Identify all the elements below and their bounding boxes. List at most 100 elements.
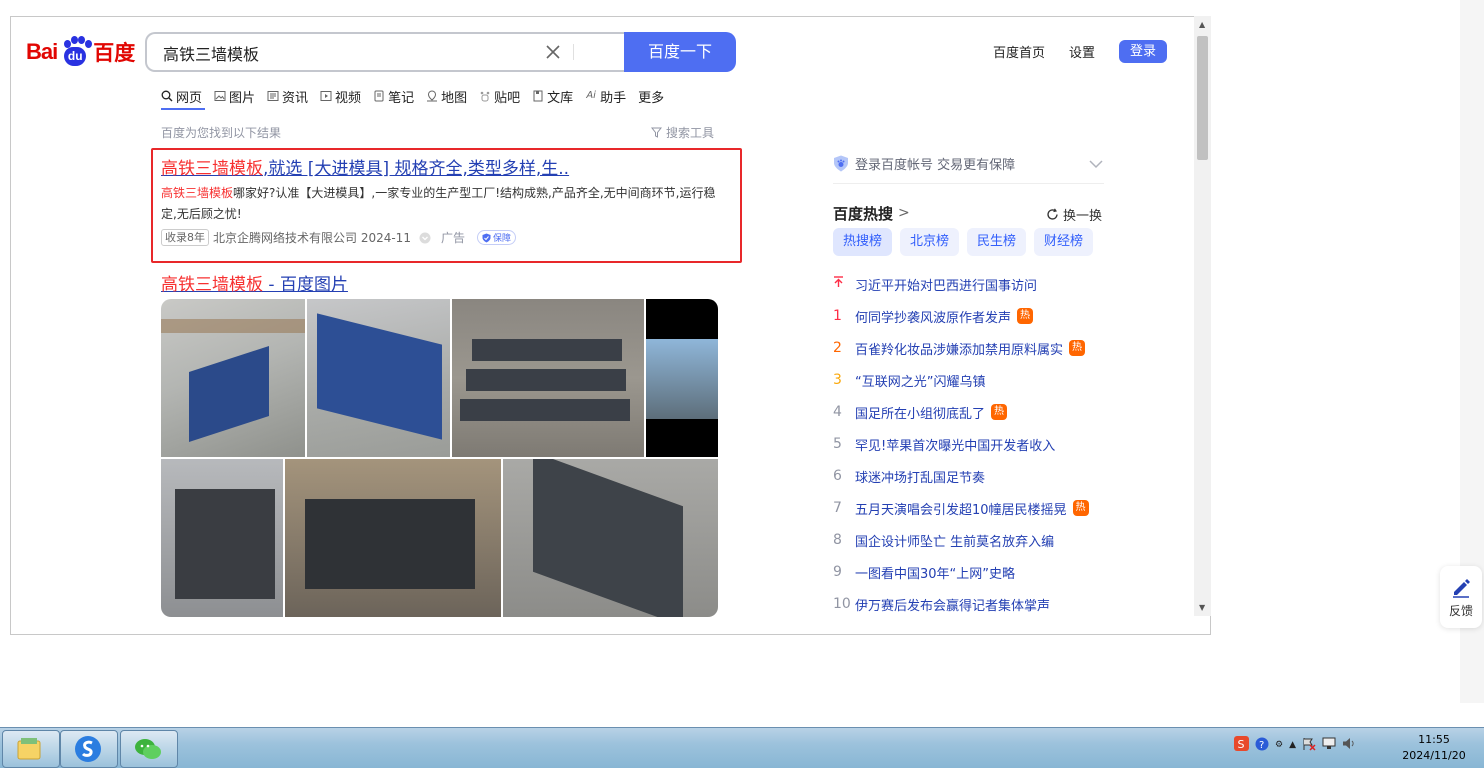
volume-icon[interactable] (1342, 737, 1356, 753)
login-button[interactable]: 登录 (1119, 40, 1167, 63)
sogou-ime-icon[interactable]: S (1234, 736, 1249, 754)
ime-settings-icon[interactable]: ⚙ (1275, 740, 1283, 750)
tab-wenku[interactable]: 文库 (532, 84, 573, 108)
login-tip[interactable]: 登录百度帐号 交易更有保障 (833, 154, 1015, 173)
hot-tab-finance[interactable]: 财经榜 (1034, 228, 1094, 256)
hot-tab-beijing[interactable]: 北京榜 (900, 228, 960, 256)
search-tools-button[interactable]: 搜索工具 (650, 124, 715, 141)
chevron-circle-icon[interactable] (419, 232, 431, 244)
taskbar-app-wechat[interactable] (120, 730, 178, 768)
gallery-image[interactable] (161, 299, 305, 457)
gallery-image[interactable] (503, 459, 718, 617)
taskbar-app-sogou[interactable] (60, 730, 118, 768)
search-button[interactable]: 百度一下 (624, 32, 736, 72)
start-button[interactable] (2, 730, 60, 768)
hot-item-text: 五月天演唱会引发超10幢居民楼摇晃 (855, 502, 1067, 518)
clear-icon[interactable] (543, 42, 563, 62)
clock-date: 2024/11/20 (1402, 749, 1466, 762)
ad-desc-rest: 哪家好?认准【大进模具】,一家专业的生产型工厂!结构成熟,产品齐全,无中间商环节… (161, 186, 716, 221)
hot-rank: 10 (833, 596, 851, 612)
chevron-right-icon[interactable]: > (898, 205, 910, 221)
chevron-down-icon[interactable] (1088, 156, 1104, 172)
tab-web[interactable]: 网页 (161, 84, 202, 108)
tab-more[interactable]: 更多 (638, 84, 664, 108)
hot-search-title[interactable]: 百度热搜 (833, 203, 893, 224)
link-settings[interactable]: 设置 (1069, 42, 1095, 61)
action-center-flag-icon[interactable] (1302, 737, 1316, 754)
search-box (145, 32, 625, 72)
tab-label: 视频 (335, 90, 362, 106)
hot-item[interactable]: 8 国企设计师坠亡 生前莫名放弃入编 (833, 524, 1113, 556)
scroll-down-arrow-icon[interactable]: ▼ (1199, 603, 1205, 612)
tab-label: 文库 (547, 90, 574, 106)
gallery-image[interactable] (452, 299, 644, 457)
filter-icon (650, 127, 663, 138)
video-icon (320, 91, 332, 101)
refresh-button[interactable]: 换一换 (1046, 205, 1102, 224)
link-baidu-home[interactable]: 百度首页 (993, 42, 1045, 61)
note-icon (374, 90, 384, 102)
vertical-scrollbar[interactable]: ▲ ▼ (1194, 16, 1211, 616)
hot-rank: 2 (833, 340, 842, 356)
tab-map[interactable]: 地图 (426, 84, 467, 108)
hot-item-pinned[interactable]: 习近平开始对巴西进行国事访问 (833, 268, 1113, 300)
tab-tieba[interactable]: 贴吧 (479, 84, 520, 108)
search-tools-label: 搜索工具 (666, 126, 715, 140)
show-hidden-icons-icon[interactable]: ▲ (1289, 740, 1296, 750)
tab-video[interactable]: 视频 (320, 84, 361, 108)
tab-label: 网页 (176, 90, 203, 106)
ad-meta-row: 收录8年 北京企腾网络技术有限公司 2024-11 广告 保障 (161, 229, 516, 246)
hot-item[interactable]: 10 伊万赛后发布会赢得记者集体掌声 (833, 588, 1113, 620)
image-result-title[interactable]: 高铁三墙模板 - 百度图片 (161, 270, 348, 295)
hot-rank: 1 (833, 308, 842, 324)
gallery-image[interactable] (646, 299, 718, 457)
search-input[interactable] (161, 34, 545, 72)
hot-item[interactable]: 2 百雀羚化妆品涉嫌添加禁用原料属实热 (833, 332, 1113, 364)
shield-paw-icon (834, 155, 848, 172)
feedback-button[interactable]: 反馈 (1440, 566, 1482, 628)
hot-item[interactable]: 6 球迷冲场打乱国足节奏 (833, 460, 1113, 492)
hot-tab-hotsearch[interactable]: 热搜榜 (833, 228, 893, 256)
hot-item[interactable]: 9 一图看中国30年“上网”史略 (833, 556, 1113, 588)
active-tab-indicator (161, 108, 205, 110)
clock-time: 11:55 (1418, 733, 1450, 746)
indexed-years-badge: 收录8年 (161, 229, 209, 246)
gallery-image[interactable] (285, 459, 501, 617)
search-icon (161, 90, 173, 102)
taskbar-clock[interactable]: 11:55 2024/11/20 (1398, 732, 1470, 764)
hot-rank: 8 (833, 532, 842, 548)
ad-company[interactable]: 北京企腾网络技术有限公司 2024-11 (213, 229, 411, 246)
svg-text:S: S (1238, 738, 1245, 751)
gallery-image[interactable] (307, 299, 450, 457)
ad-result-description: 高铁三墙模板哪家好?认准【大进模具】,一家专业的生产型工厂!结构成熟,产品齐全,… (161, 183, 721, 225)
taskbar: S ? ⚙ ▲ 11:55 2024/11/20 (0, 727, 1484, 768)
network-icon[interactable] (1322, 737, 1336, 753)
hot-badge: 热 (1069, 340, 1086, 356)
hot-item[interactable]: 1 何同学抄袭风波原作者发声热 (833, 300, 1113, 332)
help-icon[interactable]: ? (1255, 737, 1269, 754)
ad-desc-keyword: 高铁三墙模板 (161, 186, 234, 200)
gallery-image[interactable] (161, 459, 283, 617)
windows-explorer-icon (17, 738, 41, 760)
hot-item[interactable]: 5 罕见!苹果首次曝光中国开发者收入 (833, 428, 1113, 460)
baidu-logo[interactable]: Bai du 百度 (26, 36, 135, 68)
ad-title-rest: ,就选 [大进模具] 规格齐全,类型多样,生.. (263, 159, 570, 179)
hot-item[interactable]: 3 “互联网之光”闪耀乌镇 (833, 364, 1113, 396)
search-tabs: 网页 图片 资讯 视频 笔记 地图 贴吧 文库 Ai 助手 更多 (161, 84, 676, 108)
system-tray: S ? ⚙ ▲ (1234, 736, 1362, 754)
tab-images[interactable]: 图片 (214, 84, 255, 108)
ad-result-title[interactable]: 高铁三墙模板,就选 [大进模具] 规格齐全,类型多样,生.. (161, 154, 569, 179)
hot-tab-livelihood[interactable]: 民生榜 (967, 228, 1027, 256)
tab-news[interactable]: 资讯 (267, 84, 308, 108)
image-icon (214, 91, 226, 101)
scrollbar-thumb[interactable] (1197, 36, 1208, 160)
ad-title-keyword: 高铁三墙模板 (161, 159, 263, 179)
shield-check-icon (482, 233, 491, 242)
hot-item[interactable]: 7 五月天演唱会引发超10幢居民楼摇晃热 (833, 492, 1113, 524)
hot-item[interactable]: 4 国足所在小组彻底乱了热 (833, 396, 1113, 428)
guarantee-badge[interactable]: 保障 (476, 230, 516, 245)
tab-assistant[interactable]: Ai 助手 (585, 84, 626, 108)
map-icon (427, 90, 438, 102)
scroll-up-arrow-icon[interactable]: ▲ (1199, 20, 1205, 29)
tab-notes[interactable]: 笔记 (373, 84, 414, 108)
